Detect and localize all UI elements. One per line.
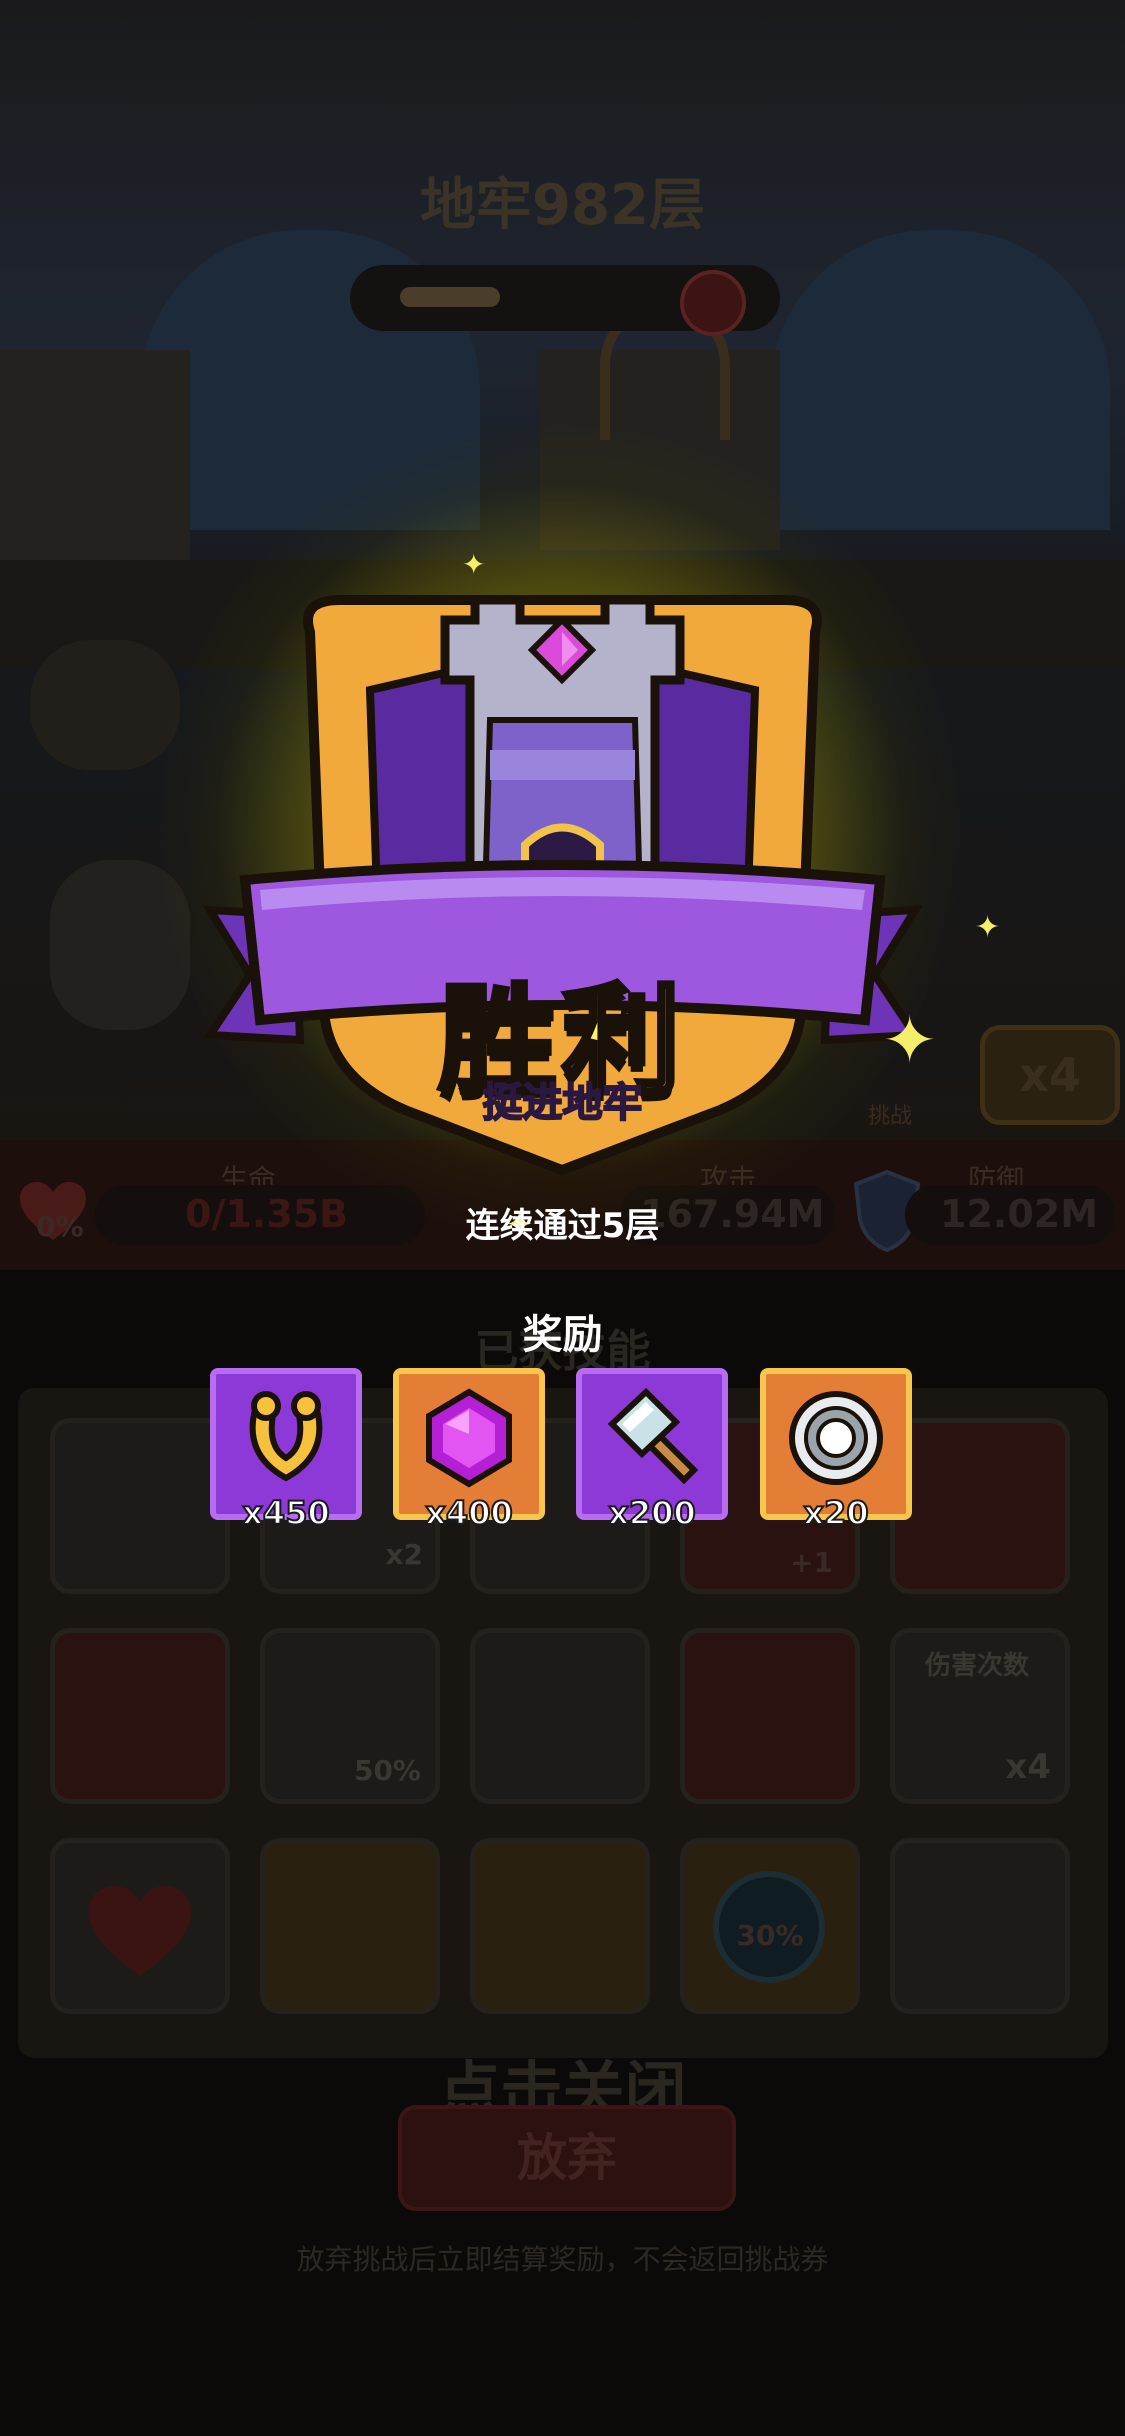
- skill-badge: +1: [790, 1546, 833, 1579]
- skill-badge: x2: [385, 1538, 423, 1571]
- reward-count: x20: [802, 1493, 869, 1533]
- hammer-icon: [607, 1387, 699, 1485]
- reward-item-coin[interactable]: x20: [760, 1368, 912, 1533]
- reward-item-hammer[interactable]: x200: [576, 1368, 728, 1533]
- skill-tile[interactable]: [260, 1838, 440, 2014]
- horseshoe-icon: [249, 1391, 323, 1482]
- skill-tile[interactable]: [50, 1628, 230, 1804]
- hero-character-1: [30, 640, 180, 770]
- purple-gem-icon: [426, 1388, 512, 1488]
- reward-count: x200: [607, 1493, 696, 1533]
- skill-tile[interactable]: [680, 1628, 860, 1804]
- skill-badge: x4: [1005, 1747, 1051, 1787]
- skills-panel: x2 +1 50% 伤害次数 x4 30%: [18, 1388, 1108, 2058]
- reward-item-horseshoe[interactable]: x450: [210, 1368, 362, 1533]
- skill-tile[interactable]: [890, 1838, 1070, 2014]
- silver-coin-icon: [789, 1391, 883, 1485]
- reward-item-gem[interactable]: x400: [393, 1368, 545, 1533]
- heart-icon: [88, 1886, 192, 1976]
- abandon-button[interactable]: 放弃: [398, 2105, 736, 2211]
- dungeon-floor-title: 地牢982层: [420, 173, 705, 238]
- skill-tile[interactable]: 30%: [680, 1838, 860, 2014]
- rewards-title: 奖励: [522, 1312, 603, 1358]
- skill-tile[interactable]: [50, 1418, 230, 1594]
- background-arch: [770, 230, 1110, 530]
- consecutive-floors-text: 连续通过5层: [465, 1206, 660, 1246]
- reward-count: x400: [424, 1493, 513, 1533]
- abandon-note: 放弃挑战后立即结算奖励，不会返回挑战券: [296, 2243, 829, 2276]
- skill-tile[interactable]: [470, 1628, 650, 1804]
- skill-badge: 伤害次数: [925, 1651, 1030, 1681]
- skill-tile[interactable]: [50, 1838, 230, 2014]
- skill-badge: 30%: [736, 1919, 804, 1952]
- sparkle-icon: ✦: [975, 910, 1001, 945]
- bone-icon: [400, 287, 500, 307]
- victory-subtitle: 挺进地牢: [482, 1079, 644, 1127]
- sparkle-icon: ✦: [462, 548, 486, 581]
- reward-count: x450: [241, 1493, 330, 1533]
- skill-badge: 50%: [353, 1754, 421, 1787]
- skill-tile[interactable]: 伤害次数 x4: [890, 1628, 1070, 1804]
- skill-tile[interactable]: [470, 1838, 650, 2014]
- skill-tile[interactable]: [890, 1418, 1070, 1594]
- boss-skull-icon: [680, 270, 746, 336]
- skill-tile[interactable]: 50%: [260, 1628, 440, 1804]
